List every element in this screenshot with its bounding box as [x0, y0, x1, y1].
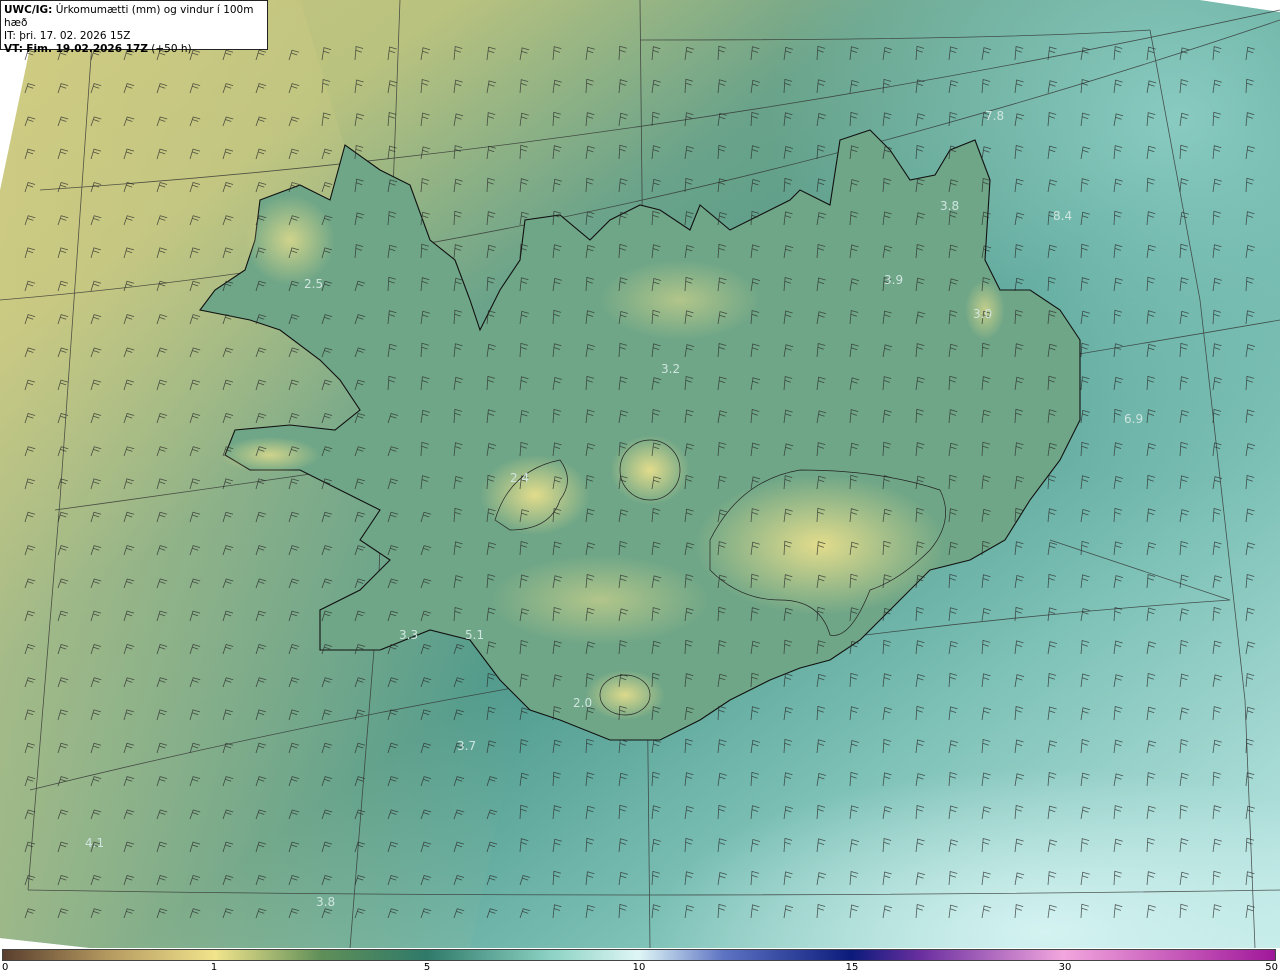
- value-label: 2.5: [304, 277, 323, 291]
- product-code: UWC/IG:: [4, 4, 53, 16]
- forecast-map: 7.8 2.5 3.9 3.0 3.2 3.3 5.1 3.7 4.1 3.8 …: [0, 0, 1280, 948]
- map-header: UWC/IG: Úrkomumætti (mm) og vindur í 100…: [0, 0, 268, 55]
- value-label: 5.1: [465, 628, 484, 642]
- colorbar-tick: 50: [1265, 962, 1278, 973]
- colorbar-tick: 30: [1058, 962, 1072, 973]
- precip-core-north: [600, 260, 760, 340]
- precip-core-vatnajokull: [695, 475, 945, 615]
- precip-core-langjokull: [480, 455, 590, 535]
- colorbar-tick: 1: [210, 962, 218, 973]
- value-label: 3.3: [399, 628, 418, 642]
- value-label: 2.0: [573, 696, 592, 710]
- precip-core-westfjords: [245, 195, 335, 285]
- value-label: 4.1: [85, 836, 104, 850]
- lead-time: (+50 h): [151, 43, 192, 55]
- header-line-product: UWC/IG: Úrkomumætti (mm) og vindur í 100…: [4, 4, 267, 30]
- precip-core-snaefellsnes: [220, 437, 320, 473]
- value-label: 8.4: [1053, 209, 1072, 223]
- init-time: IT: þri. 17. 02. 2026 15Z: [4, 30, 131, 42]
- valid-label: VT:: [4, 43, 23, 55]
- value-label: 3.2: [661, 362, 680, 376]
- colorbar-tick: 10: [632, 962, 646, 973]
- header-line-valid: VT: Fim. 19.02.2026 17Z (+50 h): [4, 43, 267, 56]
- value-label: 7.8: [985, 109, 1004, 123]
- value-label: 3.8: [316, 895, 335, 909]
- value-label: 3.0: [973, 307, 992, 321]
- valid-time: Fim. 19.02.2026 17Z: [26, 43, 148, 55]
- value-label: 6.9: [1124, 412, 1143, 426]
- precip-core-south: [490, 555, 710, 645]
- value-label: 3.8: [940, 199, 959, 213]
- value-label: 3.9: [884, 273, 903, 287]
- precip-colorbar: [2, 949, 1276, 961]
- colorbar-tick: 15: [845, 962, 859, 973]
- colorbar-tick: 5: [423, 962, 431, 973]
- precip-core-hofsjokull: [610, 435, 690, 505]
- value-label: 2.4: [510, 471, 529, 485]
- colorbar-tick: 0: [2, 962, 9, 973]
- value-label: 3.7: [457, 739, 476, 753]
